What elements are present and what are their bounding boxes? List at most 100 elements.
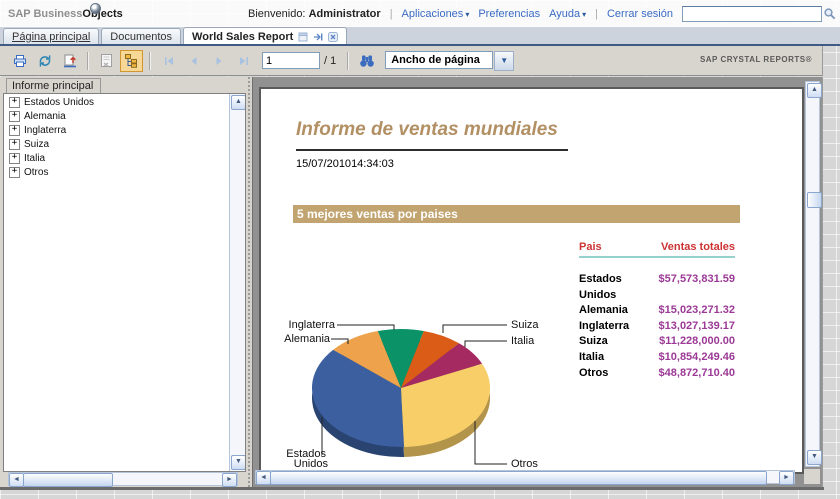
zoom-dropdown-button[interactable]: ▼ <box>494 51 514 71</box>
pin-tab-icon[interactable] <box>313 32 323 42</box>
crystal-reports-brand: SAP CRYSTAL REPORTS® <box>700 55 812 64</box>
logout-link[interactable]: Cerrar sesión <box>607 8 673 20</box>
chevron-down-icon: ▼ <box>500 56 508 65</box>
sales-row-suiza: Suiza$11,228,000.00 <box>579 334 735 350</box>
group-tree-icon <box>124 53 139 68</box>
sales-total: $48,872,710.40 <box>659 366 735 382</box>
tree-item-suiza[interactable]: +Suiza <box>9 139 245 150</box>
scroll-left-button[interactable]: ◄ <box>256 471 271 485</box>
pie-slice-inglaterra <box>378 329 424 388</box>
report-title: Informe de ventas mundiales <box>296 119 558 141</box>
pie-label-italia: Italia <box>511 335 535 347</box>
refresh-icon <box>37 53 53 69</box>
tree-item-inglaterra[interactable]: + Inglaterra <box>9 125 245 136</box>
pie-slice-italia <box>401 343 482 388</box>
header-separator: | <box>595 8 598 20</box>
scrollbar-thumb[interactable] <box>270 471 767 485</box>
workspace: Informe principal + Estados Unidos + Aleman… <box>0 77 823 487</box>
group-tree: + Estados Unidos + Alemania + Inglaterra +Suiz… <box>3 93 246 472</box>
expand-icon[interactable]: + <box>9 139 20 150</box>
expand-icon[interactable]: + <box>9 97 20 108</box>
scroll-right-button[interactable]: ► <box>779 471 794 485</box>
top-header: SAP BusinessObjects Bienvenido: Administ… <box>0 0 840 27</box>
print-button[interactable] <box>8 50 31 72</box>
tree-item-italia[interactable]: + Italia <box>9 153 245 164</box>
pie-side-otros <box>401 374 490 457</box>
scrollbar-thumb[interactable] <box>807 192 822 208</box>
binoculars-icon <box>359 54 375 68</box>
find-text-button[interactable] <box>355 50 378 72</box>
zoom-value[interactable]: Ancho de página <box>385 51 493 69</box>
refresh-button[interactable] <box>33 50 56 72</box>
zoom-combobox[interactable]: Ancho de página ▼ <box>385 51 514 71</box>
scrollbar-thumb[interactable] <box>23 473 113 487</box>
first-page-icon <box>163 55 175 67</box>
chevron-down-icon: ▾ <box>582 10 586 19</box>
detach-window-icon[interactable] <box>298 32 308 42</box>
sales-row-italia: Italia$10,854,249.46 <box>579 350 735 366</box>
welcome-label: Bienvenido: Administrator <box>248 8 381 20</box>
menu-preferencias[interactable]: Preferencias <box>478 8 540 20</box>
group-tree-items: + Estados Unidos + Alemania + Inglaterra +Suiz… <box>4 97 245 178</box>
tree-item-label: Otros <box>24 167 48 178</box>
pie-slice-suiza <box>401 331 459 388</box>
expand-icon[interactable]: + <box>9 111 20 122</box>
report-page: Informe de ventas mundiales 15/07/201014… <box>259 87 804 474</box>
scroll-left-button[interactable]: ◄ <box>9 473 24 487</box>
expand-icon[interactable]: + <box>9 125 20 136</box>
scroll-right-button[interactable]: ► <box>222 473 237 487</box>
scroll-up-button[interactable]: ▲ <box>231 95 246 110</box>
next-page-button[interactable] <box>207 50 230 72</box>
menu-aplicaciones[interactable]: Aplicaciones▾ <box>402 8 470 20</box>
tree-item-estados-unidos[interactable]: + Estados Unidos <box>9 97 245 108</box>
header-search-input[interactable] <box>682 6 822 22</box>
first-page-button[interactable] <box>157 50 180 72</box>
scroll-up-button[interactable]: ▲ <box>807 83 822 98</box>
toggle-parameter-panel-button[interactable] <box>95 50 118 72</box>
page-number-input[interactable] <box>262 52 320 69</box>
tab-world-sales-report[interactable]: World Sales Report <box>183 27 347 44</box>
report-toolbar: / 1 Ancho de página ▼ SAP CRYSTAL REPORT… <box>0 46 823 76</box>
tree-item-otros[interactable]: + Otros <box>9 167 245 178</box>
tree-vertical-scrollbar[interactable]: ▲ ▼ <box>229 94 245 471</box>
toolbar-separator <box>347 52 349 70</box>
tree-item-label: Inglaterra <box>24 125 66 136</box>
tree-horizontal-scrollbar[interactable]: ◄ ► <box>8 472 238 486</box>
magnifier-icon[interactable] <box>823 7 836 20</box>
viewer-vertical-scrollbar[interactable]: ▲ ▼ <box>805 81 820 467</box>
scroll-down-button[interactable]: ▼ <box>807 450 822 465</box>
export-button[interactable] <box>58 50 81 72</box>
pie-side-estados-unidos <box>312 360 404 457</box>
previous-page-button[interactable] <box>182 50 205 72</box>
tree-item-alemania[interactable]: + Alemania <box>9 111 245 122</box>
pie-side-alemania <box>333 341 401 398</box>
last-page-button[interactable] <box>232 50 255 72</box>
sales-row-alemania: Alemania$15,023,271.32 <box>579 303 735 319</box>
sales-country: Alemania <box>579 303 628 319</box>
parameter-panel-icon <box>99 53 114 68</box>
printer-icon <box>12 53 28 69</box>
expand-icon[interactable]: + <box>9 153 20 164</box>
expand-icon[interactable]: + <box>9 167 20 178</box>
pie-callout-line <box>337 325 394 330</box>
tree-item-label: Estados Unidos <box>24 97 94 108</box>
logo-gray-text: SAP Business <box>8 8 82 20</box>
pie-callout-line <box>331 339 348 344</box>
tab-home[interactable]: Página principal <box>3 28 99 44</box>
scroll-down-button[interactable]: ▼ <box>231 455 246 470</box>
pie-callout-line <box>465 341 507 347</box>
sales-table: Pais Ventas totales Estados Unidos$57,57… <box>579 241 735 381</box>
tree-item-label: Alemania <box>24 111 66 122</box>
scrollbar-corner <box>804 469 820 484</box>
menu-ayuda[interactable]: Ayuda▾ <box>549 8 586 20</box>
pie-label-suiza: Suiza <box>511 319 539 331</box>
close-tab-icon[interactable] <box>328 32 338 42</box>
panel-title-tab[interactable]: Informe principal <box>6 78 101 93</box>
tab-documents[interactable]: Documentos <box>101 28 181 44</box>
tree-item-label: Italia <box>24 153 45 164</box>
toggle-group-tree-button[interactable] <box>120 50 143 72</box>
sales-table-header: Pais Ventas totales <box>579 241 735 258</box>
sales-country: Otros <box>579 366 608 382</box>
report-viewer: Informe de ventas mundiales 15/07/201014… <box>252 77 822 487</box>
viewer-horizontal-scrollbar[interactable]: ◄ ► <box>255 470 795 484</box>
